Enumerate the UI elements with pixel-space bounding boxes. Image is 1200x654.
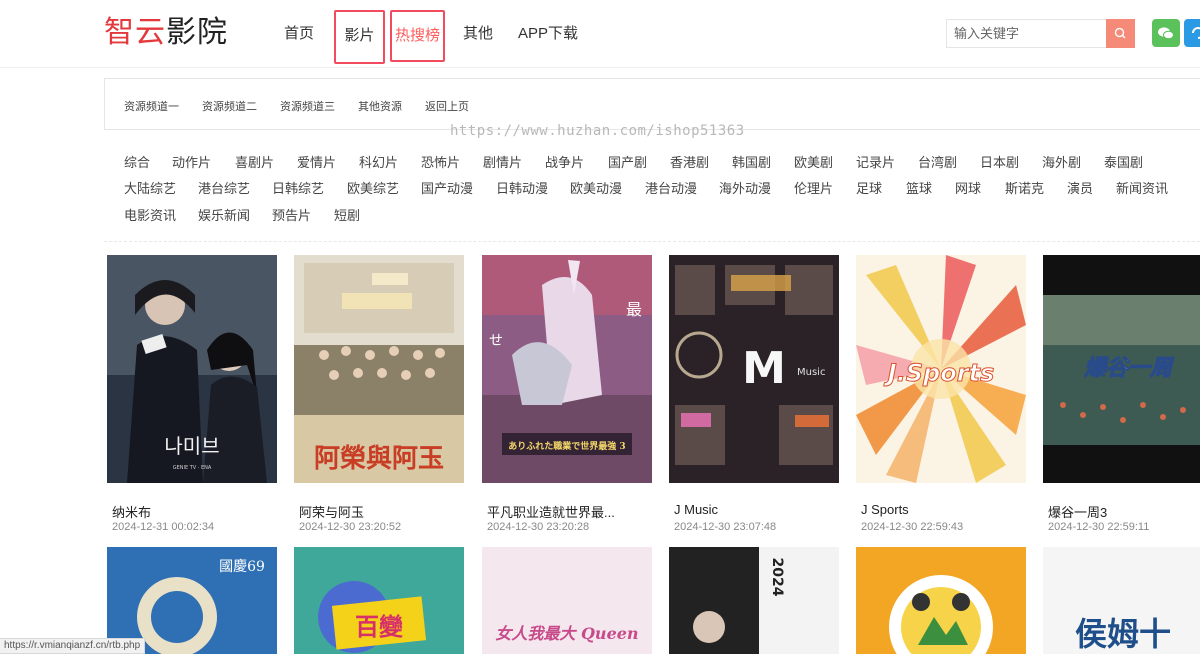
category-link[interactable]: 国产动漫: [421, 177, 473, 201]
category-link[interactable]: 篮球: [906, 177, 932, 201]
svg-text:せ: せ: [489, 333, 503, 349]
movie-poster[interactable]: J.Sports: [856, 255, 1026, 483]
movie-poster[interactable]: ありふれた職業で世界最強 3 最 せ: [482, 255, 652, 483]
movie-date: 2024-12-30 23:20:28: [487, 521, 590, 533]
logo-part-1: 智云: [104, 15, 166, 50]
search-input[interactable]: [947, 20, 1107, 47]
browser-status-url: https://r.vmianqianzf.cn/rtb.php: [0, 638, 146, 654]
category-link[interactable]: 港台动漫: [645, 177, 697, 201]
search-button[interactable]: [1106, 19, 1135, 48]
movie-title[interactable]: J Sports: [861, 502, 909, 517]
movie-poster[interactable]: 百變: [294, 547, 464, 654]
poster-title-text: Music: [797, 367, 825, 378]
category-link[interactable]: 国产剧: [608, 151, 647, 175]
movie-title[interactable]: 阿荣与阿玉: [299, 502, 364, 521]
category-link[interactable]: 泰国剧: [1104, 151, 1143, 175]
channel-link[interactable]: 其他资源: [358, 79, 402, 135]
category-link[interactable]: 欧美动漫: [570, 177, 622, 201]
category-link[interactable]: 爱情片: [297, 151, 336, 175]
category-link[interactable]: 喜剧片: [235, 151, 274, 175]
category-link[interactable]: 日本剧: [980, 151, 1019, 175]
category-link[interactable]: 记录片: [856, 151, 895, 175]
category-link[interactable]: 港台综艺: [198, 177, 250, 201]
category-link[interactable]: 动作片: [172, 151, 211, 175]
nav-home[interactable]: 首页: [284, 10, 314, 64]
category-link[interactable]: 娱乐新闻: [198, 204, 250, 228]
movie-title[interactable]: 爆谷一周3: [1048, 502, 1107, 521]
poster-title-text: 나미브: [164, 434, 219, 458]
movie-poster[interactable]: 爆谷一周: [1043, 255, 1200, 483]
logo-part-2: 影院: [166, 15, 228, 50]
movie-date: 2024-12-30 23:20:52: [299, 521, 402, 533]
category-link[interactable]: 短剧: [334, 204, 360, 228]
wechat-icon: [1158, 27, 1174, 40]
category-link[interactable]: 科幻片: [359, 151, 398, 175]
poster-title-text: 2024: [769, 558, 785, 597]
category-link[interactable]: 电影资讯: [124, 204, 176, 228]
category-link[interactable]: 足球: [856, 177, 882, 201]
category-link[interactable]: 欧美综艺: [347, 177, 399, 201]
poster-title-text: J.Sports: [884, 359, 995, 387]
category-link[interactable]: 台湾剧: [918, 151, 957, 175]
site-logo[interactable]: 智云影院: [104, 14, 228, 52]
refresh-icon: [1192, 27, 1200, 39]
nav-other[interactable]: 其他: [463, 10, 493, 64]
movie-date: 2024-12-30 22:59:43: [861, 521, 964, 533]
category-link[interactable]: 日韩综艺: [272, 177, 324, 201]
category-link[interactable]: 海外动漫: [719, 177, 771, 201]
movie-poster[interactable]: 阿榮與阿玉: [294, 255, 464, 483]
poster-title-text: 國慶69: [219, 559, 265, 575]
category-link[interactable]: 香港剧: [670, 151, 709, 175]
poster-title-text: 百變: [355, 613, 404, 641]
channel-link[interactable]: 资源频道三: [280, 79, 335, 135]
category-link[interactable]: 演员: [1067, 177, 1093, 201]
category-link[interactable]: 新闻资讯: [1116, 177, 1168, 201]
svg-text:GENIE TV · ENA: GENIE TV · ENA: [173, 465, 212, 471]
movie-date: 2024-12-31 00:02:34: [112, 521, 215, 533]
nav-movies[interactable]: 影片: [334, 10, 385, 64]
category-link[interactable]: 韩国剧: [732, 151, 771, 175]
category-link[interactable]: 欧美剧: [794, 151, 833, 175]
nav-app-download[interactable]: APP下载: [518, 10, 578, 64]
movie-date: 2024-12-30 23:07:48: [674, 521, 777, 533]
poster-title-text: 爆谷一周: [1083, 355, 1175, 381]
movie-poster[interactable]: 2024: [669, 547, 839, 654]
wechat-button[interactable]: [1152, 19, 1180, 47]
category-link[interactable]: 伦理片: [794, 177, 833, 201]
poster-title-text: ありふれた職業で世界最強 3: [508, 440, 625, 452]
category-link[interactable]: 预告片: [272, 204, 311, 228]
category-link[interactable]: 剧情片: [483, 151, 522, 175]
category-link[interactable]: 网球: [955, 177, 981, 201]
movie-poster[interactable]: M Music: [669, 255, 839, 483]
channel-link[interactable]: 资源频道二: [202, 79, 257, 135]
category-link[interactable]: 斯诺克: [1005, 177, 1044, 201]
category-link[interactable]: 海外剧: [1042, 151, 1081, 175]
section-divider: [104, 241, 1200, 242]
movie-poster[interactable]: 侯姆十: [1043, 547, 1200, 654]
movie-date: 2024-12-30 22:59:11: [1048, 521, 1150, 533]
site-header: 智云影院 首页 影片 热搜榜 其他 APP下载: [0, 0, 1200, 68]
movie-poster[interactable]: 나미브 GENIE TV · ENA: [107, 255, 277, 483]
movie-title[interactable]: 纳米布: [112, 502, 151, 521]
movie-title[interactable]: 平凡职业造就世界最...: [487, 502, 615, 521]
category-link[interactable]: 大陆综艺: [124, 177, 176, 201]
poster-title-text: 女人我最大 Queen: [495, 624, 638, 643]
nav-hot-search[interactable]: 热搜榜: [390, 10, 445, 62]
movie-title[interactable]: J Music: [674, 502, 718, 517]
poster-title-text: 阿榮與阿玉: [314, 444, 444, 474]
category-link[interactable]: 综合: [124, 151, 150, 175]
movie-poster[interactable]: [856, 547, 1026, 654]
search-icon: [1114, 27, 1126, 39]
svg-text:M: M: [742, 343, 786, 394]
category-link[interactable]: 日韩动漫: [496, 177, 548, 201]
category-link[interactable]: 恐怖片: [421, 151, 460, 175]
channel-link[interactable]: 资源频道一: [124, 79, 179, 135]
movie-poster[interactable]: 女人我最大 Queen: [482, 547, 652, 654]
poster-title-text: 侯姆十: [1075, 615, 1171, 653]
refresh-button[interactable]: [1184, 19, 1200, 47]
watermark-text: https://www.huzhan.com/ishop51363: [450, 123, 745, 139]
svg-text:最: 最: [626, 300, 642, 319]
search-box: [946, 19, 1135, 48]
category-link[interactable]: 战争片: [545, 151, 584, 175]
